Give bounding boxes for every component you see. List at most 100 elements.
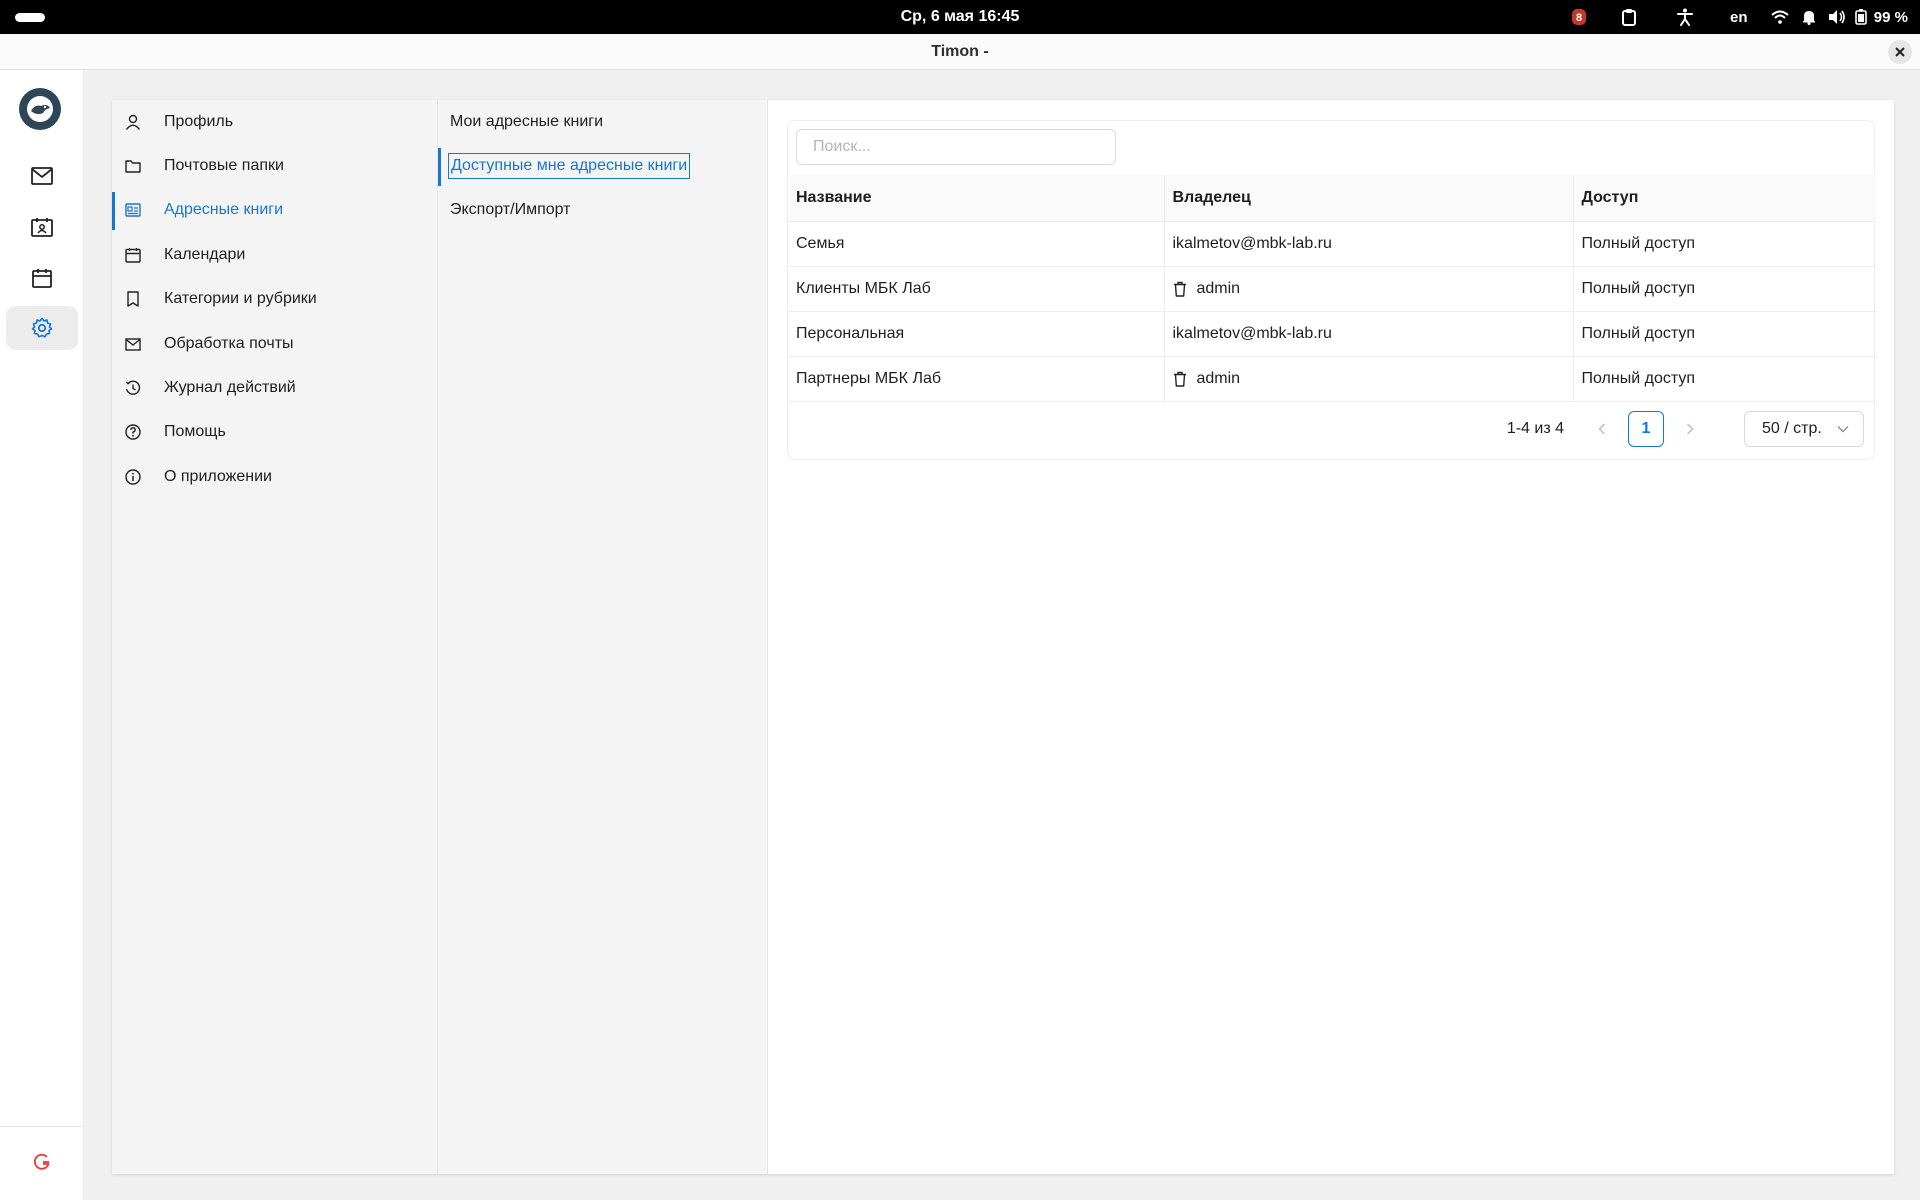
window-close-button[interactable] — [1888, 40, 1912, 64]
page-button-current[interactable]: 1 — [1628, 411, 1664, 447]
rail-calendar-button[interactable] — [6, 256, 78, 300]
keyboard-layout[interactable]: en — [1713, 0, 1765, 34]
history-icon — [124, 379, 142, 397]
subnav-export-import[interactable]: Экспорт/Импорт — [438, 190, 768, 230]
subnav-label: Доступные мне адресные книги — [448, 153, 691, 179]
cell-owner: admin — [1164, 266, 1574, 312]
logo-icon — [27, 96, 53, 122]
window-title-bar: Timon - — [0, 34, 1920, 70]
nav-item-label: Помощь — [164, 423, 226, 440]
chevron-left-icon — [1598, 423, 1606, 435]
search-input[interactable] — [796, 129, 1116, 165]
nav-item-label: Адресные книги — [164, 201, 284, 218]
cell-name: Персональная — [788, 311, 1165, 357]
system-top-bar: Ср, 6 мая 16:45 8 en 99 % — [0, 0, 1920, 34]
owner-email: ikalmetov@mbk-lab.ru — [1172, 234, 1332, 252]
nav-item-categories[interactable]: Категории и рубрики — [112, 279, 438, 319]
nav-item-mail-folders[interactable]: Почтовые папки — [112, 146, 438, 186]
notification-bell-icon[interactable] — [1795, 0, 1823, 34]
cell-name: Клиенты МБК Лаб — [788, 266, 1165, 312]
help-icon — [124, 423, 142, 441]
pagination-total: 1-4 из 4 — [1506, 420, 1564, 437]
nav-item-profile[interactable]: Профиль — [112, 102, 438, 142]
accessibility-icon[interactable] — [1657, 0, 1713, 34]
contacts-icon — [31, 218, 53, 237]
rail-mail-button[interactable] — [6, 154, 78, 198]
cell-name: Партнеры МБК Лаб — [788, 356, 1165, 402]
app-rail — [0, 70, 84, 1200]
table-row[interactable]: Клиенты МБК Лаб admin Полный доступ — [788, 266, 1876, 312]
subnav-my-address-books[interactable]: Мои адресные книги — [438, 102, 768, 142]
address-books-table: Название Владелец Доступ Семья ikalmetov… — [788, 175, 1876, 402]
nav-item-label: Журнал действий — [164, 379, 296, 396]
trash-icon — [1173, 371, 1186, 387]
nav-item-label: Профиль — [164, 113, 234, 130]
logout-icon — [33, 1153, 50, 1170]
system-tray: 8 en 99 % — [1557, 0, 1908, 34]
notification-badge-icon[interactable]: 8 — [1557, 0, 1601, 34]
pagination: 1-4 из 4 1 50 / стр. — [1507, 411, 1864, 447]
column-header-access[interactable]: Доступ — [1573, 175, 1876, 222]
app-logo[interactable] — [19, 88, 61, 130]
nav-item-label: Календари — [164, 246, 246, 263]
owner-email: ikalmetov@mbk-lab.ru — [1172, 324, 1332, 342]
cell-access: Полный доступ — [1573, 266, 1876, 312]
table-row[interactable]: Персональная ikalmetov@mbk-lab.ru Полный… — [788, 311, 1876, 357]
user-icon — [124, 113, 142, 131]
nav-item-calendars[interactable]: Календари — [112, 235, 438, 275]
wifi-icon[interactable] — [1765, 0, 1795, 34]
rail-contacts-button[interactable] — [6, 205, 78, 249]
chevron-right-icon — [1686, 423, 1694, 435]
nav-item-address-books[interactable]: Адресные книги — [112, 190, 438, 230]
battery-icon[interactable] — [1851, 0, 1871, 34]
page-size-select[interactable]: 50 / стр. — [1744, 411, 1864, 447]
column-header-name[interactable]: Название — [788, 175, 1165, 222]
subnav-shared-address-books[interactable]: Доступные мне адресные книги — [438, 146, 768, 186]
calendar-icon — [32, 269, 52, 288]
table-header-row: Название Владелец Доступ — [788, 175, 1876, 222]
content-area: Название Владелец Доступ Семья ikalmetov… — [768, 100, 1894, 1174]
prev-page-button[interactable] — [1584, 411, 1620, 447]
address-books-table-card: Название Владелец Доступ Семья ikalmetov… — [787, 120, 1876, 460]
volume-icon[interactable] — [1823, 0, 1851, 34]
info-icon — [124, 468, 142, 486]
nav-item-mail-processing[interactable]: Обработка почты — [112, 324, 438, 364]
nav-item-label: Почтовые папки — [164, 157, 284, 174]
cell-name: Семья — [788, 221, 1165, 267]
table-row[interactable]: Семья ikalmetov@mbk-lab.ru Полный доступ — [788, 221, 1876, 267]
nav-item-label: Категории и рубрики — [164, 290, 317, 307]
rail-settings-button[interactable] — [6, 306, 78, 350]
nav-item-label: Обработка почты — [164, 335, 294, 352]
owner-name: admin — [1196, 279, 1241, 297]
address-books-subnav: Мои адресные книги Доступные мне адресны… — [438, 100, 768, 1174]
cell-access: Полный доступ — [1573, 356, 1876, 402]
close-icon — [1895, 47, 1905, 57]
cell-owner: ikalmetov@mbk-lab.ru — [1164, 221, 1574, 267]
next-page-button[interactable] — [1672, 411, 1708, 447]
column-header-owner[interactable]: Владелец — [1164, 175, 1574, 222]
battery-percent[interactable]: 99 % — [1871, 0, 1908, 34]
svg-text:8: 8 — [1576, 12, 1582, 24]
mail-icon — [124, 335, 142, 353]
nav-item-about[interactable]: О приложении — [112, 457, 438, 497]
rail-divider — [0, 1126, 84, 1127]
gear-icon — [31, 317, 53, 338]
cell-access: Полный доступ — [1573, 221, 1876, 267]
clipboard-icon[interactable] — [1601, 0, 1657, 34]
mail-icon — [31, 167, 53, 185]
folder-icon — [124, 157, 142, 175]
cell-access: Полный доступ — [1573, 311, 1876, 357]
subnav-label: Мои адресные книги — [450, 113, 604, 130]
chevron-down-icon — [1837, 426, 1849, 433]
nav-item-activity-log[interactable]: Журнал действий — [112, 368, 438, 408]
logout-button[interactable] — [30, 1150, 54, 1174]
table-row[interactable]: Партнеры МБК Лаб admin Полный доступ — [788, 356, 1876, 402]
trash-icon — [1173, 281, 1186, 297]
cell-owner: ikalmetov@mbk-lab.ru — [1164, 311, 1574, 357]
subnav-label: Экспорт/Импорт — [450, 201, 571, 218]
nav-item-help[interactable]: Помощь — [112, 412, 438, 452]
address-book-icon — [124, 201, 142, 219]
settings-nav: Профиль Почтовые папки Адресные книги Ка… — [112, 100, 438, 1174]
calendar-icon — [124, 246, 142, 264]
window-title: Timon - — [931, 43, 989, 60]
